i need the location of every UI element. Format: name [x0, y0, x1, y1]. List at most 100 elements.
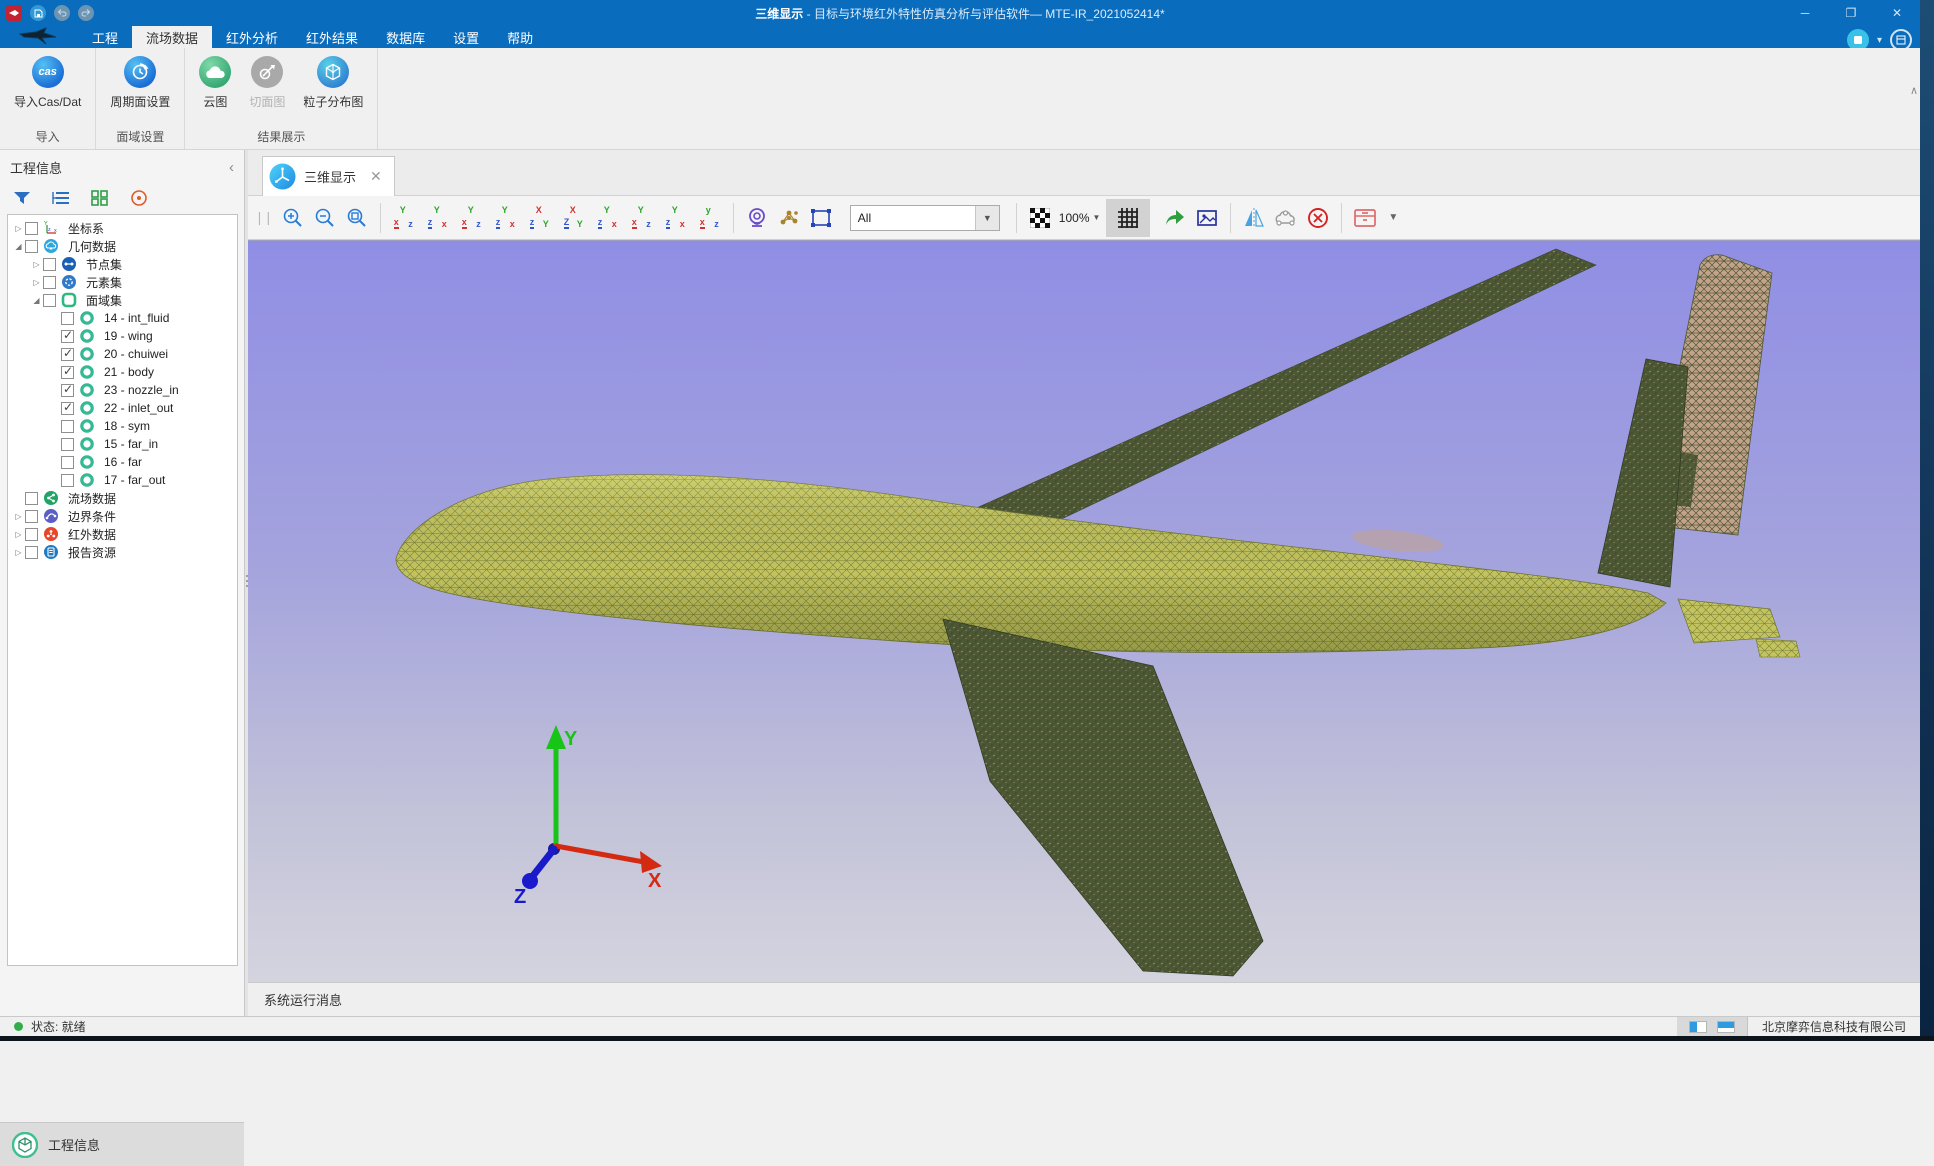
- menu-item-4[interactable]: 数据库: [372, 26, 439, 48]
- particles-icon[interactable]: [776, 203, 802, 233]
- menu-caret-icon[interactable]: ▾: [1877, 35, 1882, 46]
- tree-row-8[interactable]: 21 - body: [8, 363, 237, 381]
- tree-row-1[interactable]: ◢ 几何数据: [8, 237, 237, 255]
- tree-checkbox[interactable]: [61, 474, 74, 487]
- menu-item-1[interactable]: 流场数据: [132, 26, 212, 48]
- tree-expander-icon[interactable]: ▷: [30, 260, 43, 269]
- tree-label[interactable]: 红外数据: [68, 526, 116, 543]
- checkerboard-icon[interactable]: [1027, 203, 1053, 233]
- toolbar-more-caret-icon[interactable]: ▼: [1384, 212, 1402, 223]
- view-front-icon[interactable]: Yxz: [391, 204, 417, 232]
- grid-icon[interactable]: [1106, 199, 1150, 237]
- tree-row-11[interactable]: 18 - sym: [8, 417, 237, 435]
- mirror-icon[interactable]: [1241, 203, 1267, 233]
- tree-checkbox[interactable]: [61, 330, 74, 343]
- menu-item-3[interactable]: 红外结果: [292, 26, 372, 48]
- zoom-fit-icon[interactable]: [344, 203, 370, 233]
- tree-row-5[interactable]: 14 - int_fluid: [8, 309, 237, 327]
- contour-plot-button[interactable]: 云图: [195, 54, 235, 124]
- layout-bar-icon[interactable]: [1717, 1021, 1735, 1033]
- toolbar-handle[interactable]: ❘❘: [254, 210, 272, 226]
- tree-label[interactable]: 节点集: [86, 256, 122, 273]
- tree-label[interactable]: 15 - far_in: [104, 437, 158, 451]
- tree-label[interactable]: 元素集: [86, 274, 122, 291]
- zoom-level-dropdown[interactable]: 100% ▼: [1059, 211, 1101, 225]
- view-bottom-icon[interactable]: XZY: [561, 204, 587, 232]
- tree-label[interactable]: 16 - far: [104, 455, 142, 469]
- target-icon[interactable]: [127, 187, 151, 209]
- tree-row-18[interactable]: ▷ 报告资源: [8, 543, 237, 561]
- view-left-icon[interactable]: Yxz: [459, 204, 485, 232]
- collapse-panel-icon[interactable]: ‹: [229, 159, 234, 176]
- tree-checkbox[interactable]: [43, 276, 56, 289]
- tree-label[interactable]: 23 - nozzle_in: [104, 383, 179, 397]
- snapshot-icon[interactable]: [1194, 203, 1220, 233]
- probe-icon[interactable]: [744, 203, 770, 233]
- grid-group-icon[interactable]: [88, 187, 112, 209]
- menu-item-0[interactable]: 工程: [78, 26, 132, 48]
- tree-row-6[interactable]: 19 - wing: [8, 327, 237, 345]
- tree-expander-icon[interactable]: ▷: [30, 278, 43, 287]
- tree-expander-icon[interactable]: ◢: [30, 296, 43, 305]
- filter-icon[interactable]: [10, 187, 34, 209]
- tree-label[interactable]: 几何数据: [68, 238, 116, 255]
- view-iso-1-icon[interactable]: Yzx: [595, 204, 621, 232]
- tree-row-9[interactable]: 23 - nozzle_in: [8, 381, 237, 399]
- tree-expander-icon[interactable]: ◢: [12, 242, 25, 251]
- view-right-icon[interactable]: Yzx: [493, 204, 519, 232]
- tree-label[interactable]: 坐标系: [68, 220, 104, 237]
- zoom-out-icon[interactable]: [312, 203, 338, 233]
- zoom-in-icon[interactable]: [280, 203, 306, 233]
- tree-row-7[interactable]: 20 - chuiwei: [8, 345, 237, 363]
- ribbon-collapse-icon[interactable]: ∧: [1910, 84, 1918, 97]
- view-rotate-1-icon[interactable]: Yzx: [663, 204, 689, 232]
- tree-label[interactable]: 19 - wing: [104, 329, 153, 343]
- tree-checkbox[interactable]: [25, 222, 38, 235]
- cloud-outline-icon[interactable]: [1273, 203, 1299, 233]
- combobox-arrow-icon[interactable]: ▼: [975, 206, 999, 230]
- tree-expander-icon[interactable]: ▷: [12, 224, 25, 233]
- tree-checkbox[interactable]: [25, 546, 38, 559]
- view-iso-2-icon[interactable]: Yxz: [629, 204, 655, 232]
- tree-checkbox[interactable]: [61, 438, 74, 451]
- view-top-icon[interactable]: XzY: [527, 204, 553, 232]
- select-box-icon[interactable]: [808, 203, 834, 233]
- close-button[interactable]: ✕: [1874, 0, 1920, 26]
- tree-checkbox[interactable]: [61, 312, 74, 325]
- tree-checkbox[interactable]: [61, 366, 74, 379]
- tree-row-16[interactable]: ▷边界条件: [8, 507, 237, 525]
- share-arrow-icon[interactable]: [1162, 203, 1188, 233]
- tree-checkbox[interactable]: [25, 528, 38, 541]
- tree-label[interactable]: 20 - chuiwei: [104, 347, 168, 361]
- tree-row-0[interactable]: ▷Yxz坐标系: [8, 219, 237, 237]
- list-icon[interactable]: [49, 187, 73, 209]
- project-panel-footer-tab[interactable]: 工程信息: [0, 1122, 244, 1166]
- undo-icon[interactable]: [54, 5, 70, 21]
- tree-row-13[interactable]: 16 - far: [8, 453, 237, 471]
- import-cas-dat-button[interactable]: cas导入Cas/Dat: [10, 54, 85, 124]
- tree-expander-icon[interactable]: ▷: [12, 548, 25, 557]
- tree-checkbox[interactable]: [61, 402, 74, 415]
- tree-row-2[interactable]: ▷ 节点集: [8, 255, 237, 273]
- tree-row-17[interactable]: ▷红外数据: [8, 525, 237, 543]
- tab-close-icon[interactable]: ✕: [370, 168, 382, 185]
- tree-label[interactable]: 14 - int_fluid: [104, 311, 169, 325]
- tree-label[interactable]: 21 - body: [104, 365, 154, 379]
- display-filter-combobox[interactable]: All ▼: [850, 205, 1000, 231]
- menu-item-2[interactable]: 红外分析: [212, 26, 292, 48]
- tree-checkbox[interactable]: [25, 510, 38, 523]
- tree-checkbox[interactable]: [61, 348, 74, 361]
- tree-checkbox[interactable]: [43, 258, 56, 271]
- tree-checkbox[interactable]: [25, 240, 38, 253]
- menu-item-5[interactable]: 设置: [439, 26, 493, 48]
- tree-label[interactable]: 报告资源: [68, 544, 116, 561]
- tree-checkbox[interactable]: [61, 456, 74, 469]
- tree-expander-icon[interactable]: ▷: [12, 512, 25, 521]
- tree-checkbox[interactable]: [61, 384, 74, 397]
- delete-icon[interactable]: [1305, 203, 1331, 233]
- tree-row-10[interactable]: 22 - inlet_out: [8, 399, 237, 417]
- tree-label[interactable]: 17 - far_out: [104, 473, 165, 487]
- tree-checkbox[interactable]: [61, 420, 74, 433]
- tree-row-12[interactable]: 15 - far_in: [8, 435, 237, 453]
- particle-distribution-button[interactable]: 粒子分布图: [299, 54, 367, 124]
